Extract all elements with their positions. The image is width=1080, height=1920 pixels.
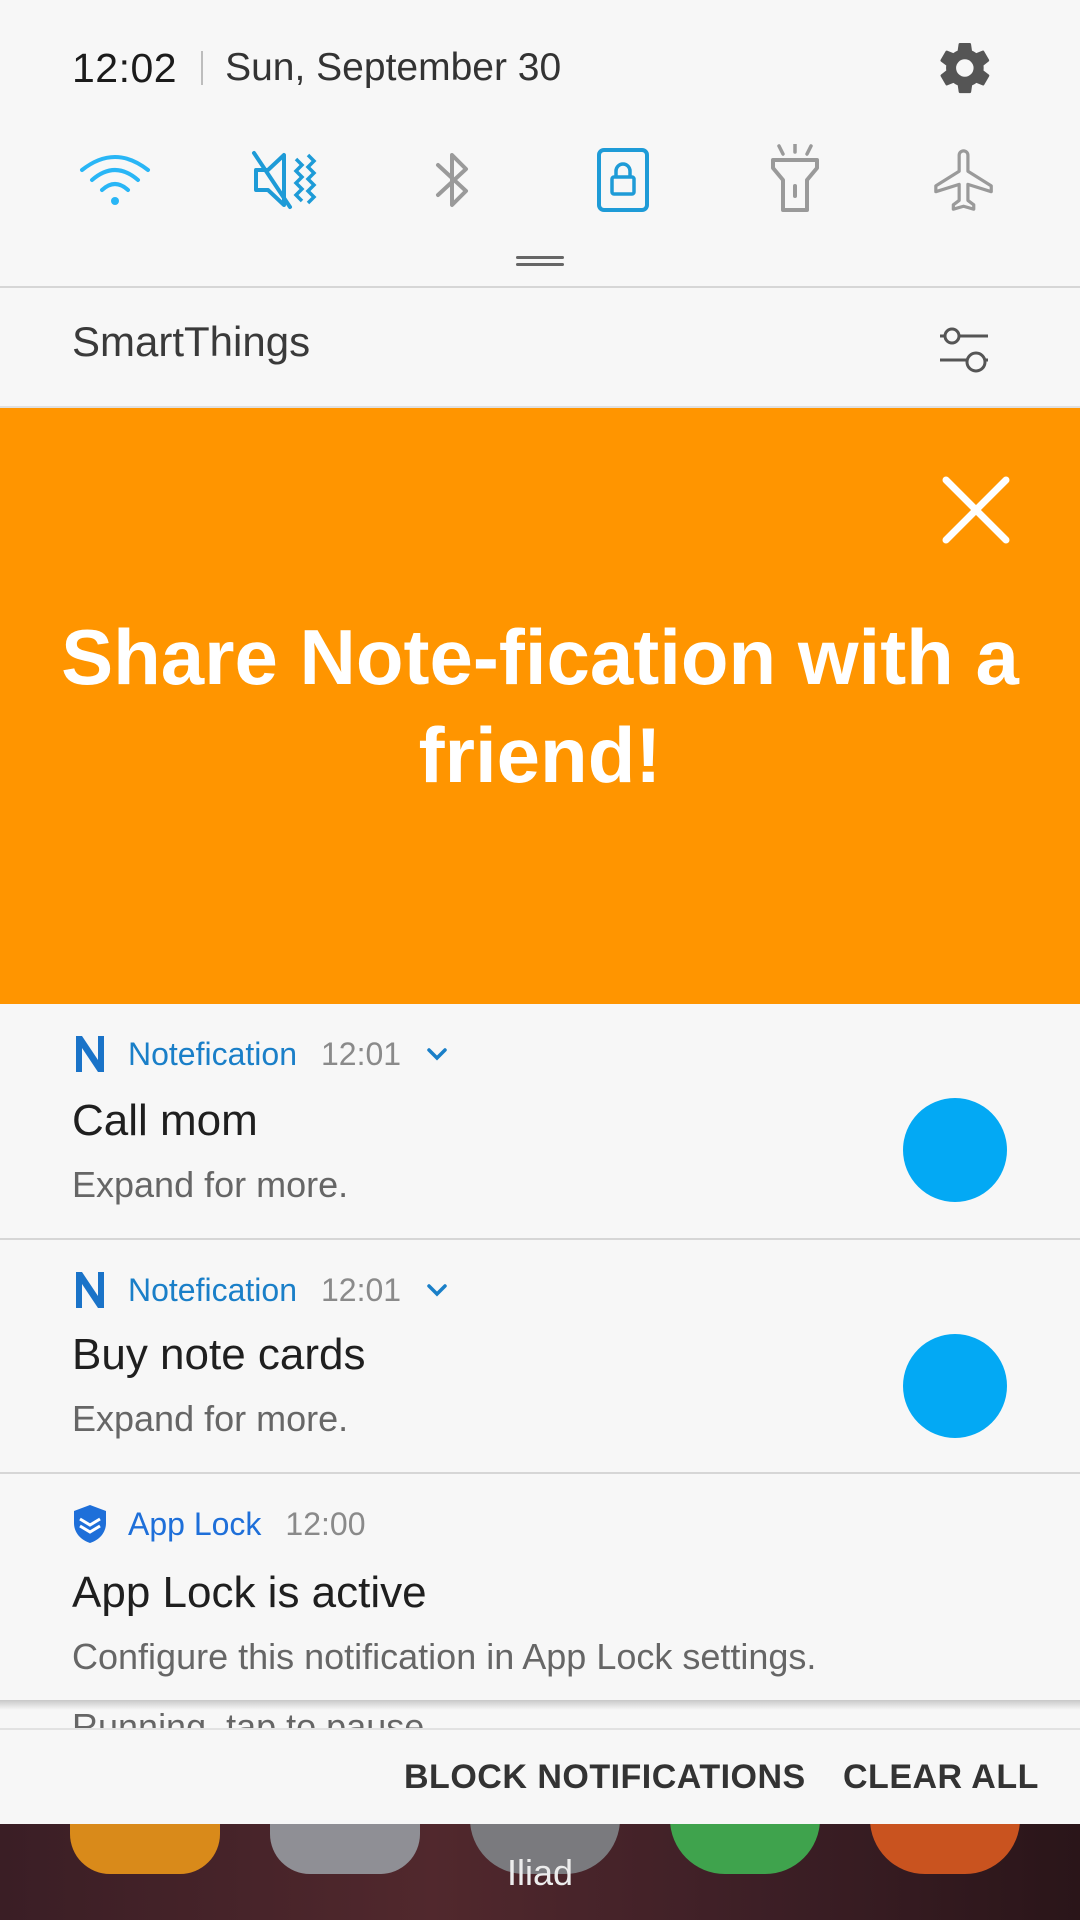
notification-header: App Lock 12:00 <box>72 1502 366 1546</box>
banner-text: Share Note-fication with a friend! <box>61 613 1019 799</box>
notification-body: Configure this notification in App Lock … <box>72 1636 817 1677</box>
smartthings-settings-icon[interactable] <box>936 324 992 379</box>
notification-item[interactable]: App Lock 12:00 App Lock is active Config… <box>0 1474 1080 1700</box>
notification-body: Expand for more. <box>72 1398 349 1439</box>
notification-title: Call mom <box>72 1096 258 1145</box>
notification-item[interactable]: Notefication 12:01 Buy note cards Expand… <box>0 1240 1080 1472</box>
chevron-down-icon[interactable] <box>423 1040 451 1068</box>
close-icon[interactable] <box>940 474 1012 546</box>
separator <box>201 51 204 85</box>
note-color-dot <box>903 1334 1007 1438</box>
notification-time: 12:01 <box>320 1271 402 1308</box>
status-row: 12:02 Sun, September 30 <box>72 40 561 96</box>
note-color-dot <box>903 1098 1007 1202</box>
mute-icon[interactable] <box>242 140 328 220</box>
screen-lock-icon[interactable] <box>580 140 666 220</box>
home-folder-label: Iliad <box>506 1852 574 1893</box>
panel-drag-handle[interactable] <box>516 256 564 266</box>
notification-title: Buy note cards <box>72 1330 366 1379</box>
notification-title: App Lock is active <box>72 1568 427 1617</box>
notification-header: Notefication 12:01 <box>72 1268 451 1312</box>
chevron-down-icon[interactable] <box>423 1276 451 1304</box>
bluetooth-icon[interactable] <box>410 140 496 220</box>
home-screen-peek: Iliad <box>0 1824 1080 1920</box>
notification-item[interactable]: Notefication 12:01 Call mom Expand for m… <box>0 1004 1080 1238</box>
shield-icon <box>74 1505 106 1543</box>
wifi-icon[interactable] <box>72 140 158 220</box>
notification-time: 12:01 <box>320 1035 402 1072</box>
clear-all-button[interactable]: CLEAR ALL <box>843 1758 1039 1797</box>
airplane-icon[interactable] <box>922 140 1008 220</box>
flashlight-icon[interactable] <box>752 140 838 220</box>
notification-header: Notefication 12:01 <box>72 1032 451 1076</box>
notification-action-bar: BLOCK NOTIFICATIONS CLEAR ALL <box>0 1728 1080 1826</box>
notification-app-name: Notefication <box>128 1035 297 1072</box>
settings-gear-icon[interactable] <box>935 38 995 98</box>
smartthings-label: SmartThings <box>72 318 311 365</box>
clock: 12:02 <box>72 44 178 91</box>
quick-panel: 12:02 Sun, September 30 <box>0 0 1080 286</box>
notefication-app-icon <box>76 1036 104 1072</box>
partial-notification-text: Running, tap to pause <box>72 1706 425 1728</box>
smartthings-bar[interactable]: SmartThings <box>0 288 1080 408</box>
quick-settings-row <box>0 140 1080 220</box>
notefication-app-icon <box>76 1272 104 1308</box>
notification-time: 12:00 <box>285 1505 366 1542</box>
notification-app-name: App Lock <box>128 1505 262 1542</box>
notification-app-name: Notefication <box>128 1271 297 1308</box>
notification-body: Expand for more. <box>72 1164 349 1205</box>
date[interactable]: Sun, September 30 <box>225 46 561 90</box>
share-banner[interactable]: Share Note-fication with a friend! <box>0 408 1080 1004</box>
block-notifications-button[interactable]: BLOCK NOTIFICATIONS <box>404 1758 806 1797</box>
